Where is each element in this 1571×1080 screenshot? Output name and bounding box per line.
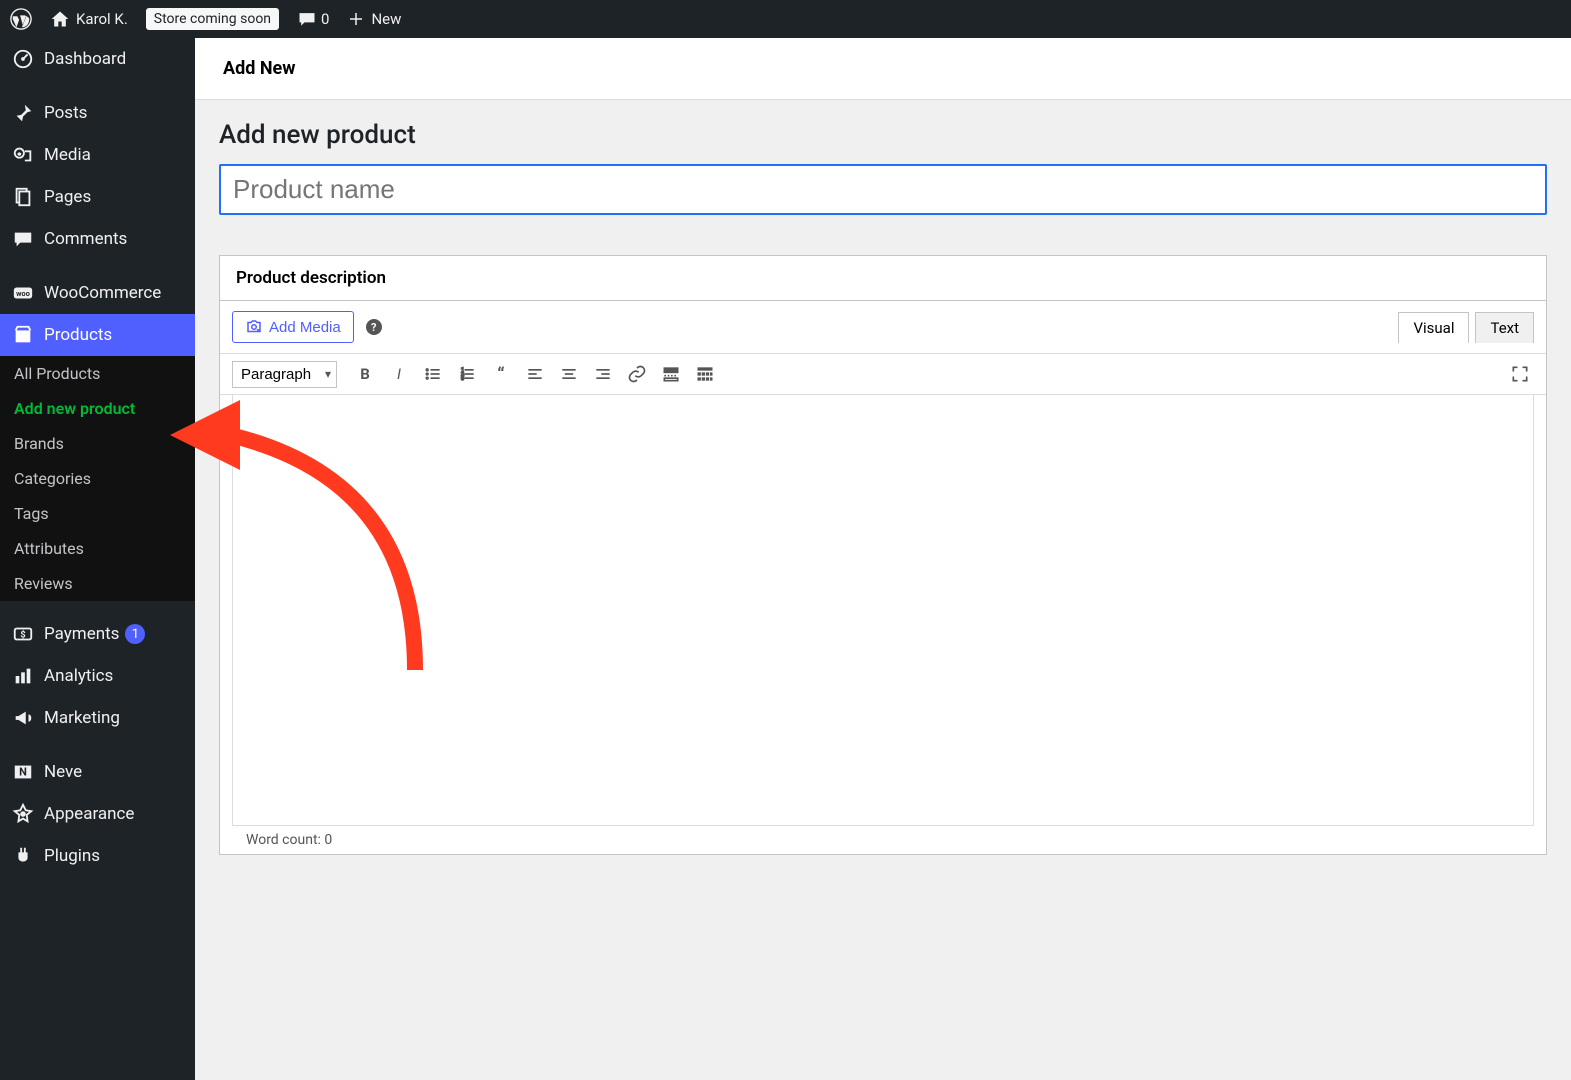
sidebar-item-plugins[interactable]: Plugins xyxy=(0,835,195,877)
media-icon xyxy=(12,144,34,166)
sidebar-item-dashboard[interactable]: Dashboard xyxy=(0,38,195,80)
store-status-badge[interactable]: Store coming soon xyxy=(146,8,279,30)
submenu-tags[interactable]: Tags xyxy=(0,496,195,531)
sidebar-item-label: Posts xyxy=(44,103,87,123)
editor-tab-text[interactable]: Text xyxy=(1475,312,1534,343)
postbox-title: Product description xyxy=(220,256,1546,301)
svg-text:N: N xyxy=(19,766,27,779)
home-icon xyxy=(50,9,70,29)
plugins-icon xyxy=(12,845,34,867)
sidebar-item-woocommerce[interactable]: woo WooCommerce xyxy=(0,272,195,314)
products-icon xyxy=(12,324,34,346)
svg-text:“: “ xyxy=(497,365,504,384)
svg-text:B: B xyxy=(360,365,370,383)
svg-text:$: $ xyxy=(20,630,25,641)
neve-icon: N xyxy=(12,761,34,783)
numbered-list-button[interactable]: 123 xyxy=(453,360,481,388)
submenu-categories[interactable]: Categories xyxy=(0,461,195,496)
sidebar-item-label: Appearance xyxy=(44,804,134,824)
format-select[interactable]: Paragraph xyxy=(232,361,337,388)
products-submenu: All Products Add new product Brands Cate… xyxy=(0,356,195,601)
new-label: New xyxy=(371,10,401,28)
sidebar-item-pages[interactable]: Pages xyxy=(0,176,195,218)
comments-count: 0 xyxy=(321,10,329,28)
sidebar-item-neve[interactable]: N Neve xyxy=(0,751,195,793)
sidebar-item-label: Media xyxy=(44,145,91,165)
editor-toolbar: Paragraph B I 123 “ xyxy=(220,354,1546,395)
editor-content-area[interactable] xyxy=(232,395,1534,825)
italic-button[interactable]: I xyxy=(385,360,413,388)
sidebar-item-media[interactable]: Media xyxy=(0,134,195,176)
add-media-label: Add Media xyxy=(269,319,341,336)
payments-icon: $ xyxy=(12,623,34,645)
submenu-attributes[interactable]: Attributes xyxy=(0,531,195,566)
sidebar-item-payments[interactable]: $ Payments 1 xyxy=(0,613,195,655)
dashboard-icon xyxy=(12,48,34,70)
submenu-brands[interactable]: Brands xyxy=(0,426,195,461)
help-icon[interactable]: ? xyxy=(366,319,382,335)
sidebar-item-analytics[interactable]: Analytics xyxy=(0,655,195,697)
sidebar-item-label: Products xyxy=(44,325,112,345)
product-description-box: Product description Add Media ? Visual T… xyxy=(219,255,1547,855)
sidebar-item-marketing[interactable]: Marketing xyxy=(0,697,195,739)
appearance-icon xyxy=(12,803,34,825)
submenu-add-new-product[interactable]: Add new product xyxy=(0,391,195,426)
blockquote-button[interactable]: “ xyxy=(487,360,515,388)
sidebar-item-label: Plugins xyxy=(44,846,100,866)
site-home-link[interactable]: Karol K. xyxy=(50,9,128,29)
page-header-title: Add New xyxy=(223,58,1543,79)
align-left-button[interactable] xyxy=(521,360,549,388)
wordpress-logo-icon[interactable] xyxy=(10,8,32,30)
woo-icon: woo xyxy=(12,282,34,304)
align-center-button[interactable] xyxy=(555,360,583,388)
submenu-reviews[interactable]: Reviews xyxy=(0,566,195,601)
sidebar-item-label: Comments xyxy=(44,229,127,249)
sidebar-item-label: Dashboard xyxy=(44,49,126,69)
link-button[interactable] xyxy=(623,360,651,388)
payments-badge: 1 xyxy=(125,624,145,644)
comments-link[interactable]: 0 xyxy=(297,9,329,29)
svg-text:I: I xyxy=(397,365,401,383)
product-name-input[interactable] xyxy=(219,164,1547,215)
submenu-all-products[interactable]: All Products xyxy=(0,356,195,391)
add-media-button[interactable]: Add Media xyxy=(232,311,354,343)
main-content: Add New Add new product Product descript… xyxy=(195,38,1571,1080)
sidebar-item-label: WooCommerce xyxy=(44,283,161,303)
site-name: Karol K. xyxy=(76,10,128,28)
word-count: Word count: 0 xyxy=(232,825,1534,854)
bullet-list-button[interactable] xyxy=(419,360,447,388)
page-header-bar: Add New xyxy=(195,38,1571,100)
new-content-link[interactable]: New xyxy=(347,10,401,28)
sidebar-item-label: Marketing xyxy=(44,708,120,728)
plus-icon xyxy=(347,10,365,28)
sidebar-item-label: Neve xyxy=(44,762,82,782)
insert-more-button[interactable] xyxy=(657,360,685,388)
analytics-icon xyxy=(12,665,34,687)
editor-tab-visual[interactable]: Visual xyxy=(1398,312,1469,343)
admin-bar: Karol K. Store coming soon 0 New xyxy=(0,0,1571,38)
pages-icon xyxy=(12,186,34,208)
comment-icon xyxy=(12,228,34,250)
page-heading: Add new product xyxy=(219,120,1547,150)
fullscreen-button[interactable] xyxy=(1506,360,1534,388)
marketing-icon xyxy=(12,707,34,729)
toolbar-toggle-button[interactable] xyxy=(691,360,719,388)
sidebar-item-products[interactable]: Products xyxy=(0,314,195,356)
svg-text:3: 3 xyxy=(461,376,464,382)
align-right-button[interactable] xyxy=(589,360,617,388)
svg-text:woo: woo xyxy=(16,289,30,298)
media-camera-icon xyxy=(245,318,263,336)
pin-icon xyxy=(12,102,34,124)
bold-button[interactable]: B xyxy=(351,360,379,388)
sidebar-item-posts[interactable]: Posts xyxy=(0,92,195,134)
sidebar-item-appearance[interactable]: Appearance xyxy=(0,793,195,835)
sidebar-item-label: Analytics xyxy=(44,666,113,686)
sidebar-item-label: Pages xyxy=(44,187,91,207)
comment-icon xyxy=(297,9,317,29)
sidebar-item-comments[interactable]: Comments xyxy=(0,218,195,260)
admin-sidebar: Dashboard Posts Media Pages Comments woo… xyxy=(0,38,195,1080)
sidebar-item-label: Payments xyxy=(44,624,119,644)
